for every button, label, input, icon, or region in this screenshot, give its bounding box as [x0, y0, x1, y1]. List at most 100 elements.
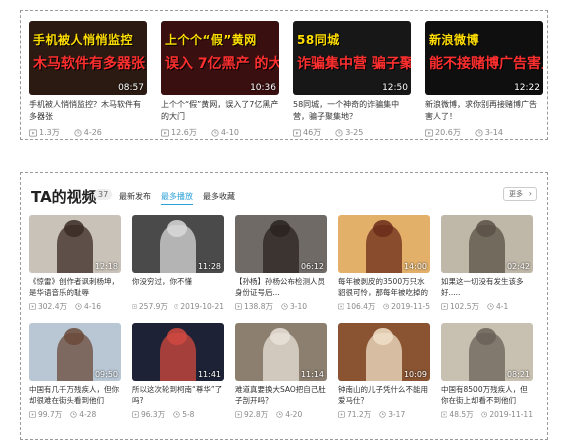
video-title[interactable]: 钟南山的儿子凭什么不能用爱马仕？	[338, 384, 430, 406]
video-thumbnail[interactable]: 12:18	[29, 215, 121, 273]
publish-date: 5-8	[182, 410, 195, 419]
video-thumbnail[interactable]: 14:00	[338, 215, 430, 273]
video-thumbnail[interactable]: 10:09	[338, 323, 430, 381]
clock-icon	[75, 303, 82, 310]
video-card[interactable]: 06:12 【孙杨】孙杨公布检测人员身份证号后... 138.8万 3-10	[235, 215, 327, 312]
video-meta: 46万 3-25	[293, 127, 411, 138]
more-label: 更多	[509, 190, 523, 198]
clock-icon	[281, 303, 288, 310]
video-meta: 302.4万 4-16	[29, 301, 121, 312]
top-video-card[interactable]: 手机被人悄悄监控 木马软件有多器张 08:57 手机被人悄悄监控？木马软件有多器…	[29, 21, 147, 138]
play-count: 99.7万	[38, 410, 63, 419]
play-count-icon	[235, 303, 242, 310]
video-meta: 257.9万 2019-10-21	[132, 301, 224, 312]
video-thumbnail[interactable]: 11:28	[132, 215, 224, 273]
video-card[interactable]: 11:28 你没穷过，你不懂 257.9万 2019-10-21	[132, 215, 224, 312]
play-count: 12.6万	[171, 128, 197, 137]
clock-icon	[74, 128, 82, 137]
section-header: TA的视频 37 最新发布 最多播放 最多收藏 更多 ›	[31, 185, 539, 207]
video-duration: 11:14	[300, 370, 324, 379]
video-card[interactable]: 11:41 所以这次轮到柯南“尊华”了吗? 96.3万 5-8	[132, 323, 224, 420]
tab-most-favorited[interactable]: 最多收藏	[203, 191, 235, 205]
play-count-icon	[338, 303, 345, 310]
play-count-icon	[29, 411, 36, 418]
thumbnail-caption: 新浪微博	[429, 33, 480, 47]
video-card[interactable]: 02:42 如果这一切没有发生该多好..... 102.5万 4-1	[441, 215, 533, 312]
top-video-panel: 手机被人悄悄监控 木马软件有多器张 08:57 手机被人悄悄监控？木马软件有多器…	[20, 10, 548, 140]
publish-date: 2019-11-11	[489, 410, 533, 419]
play-count-icon	[132, 411, 139, 418]
video-title[interactable]: 你没穷过，你不懂	[132, 276, 224, 298]
top-video-card[interactable]: 上个个“假”黄网 误入 7亿黑产 的大门 10:36 上个个“假”黄网，误入了7…	[161, 21, 279, 138]
video-card[interactable]: 12:18 《惊雷》创作者讽刺杨坤，是华语音乐的耻辱 302.4万 4-16	[29, 215, 121, 312]
play-count-icon	[338, 411, 345, 418]
play-count: 302.4万	[38, 302, 67, 311]
play-count-icon	[441, 303, 448, 310]
video-title[interactable]: 【孙杨】孙杨公布检测人员身份证号后...	[235, 276, 327, 298]
top-video-card[interactable]: 58同城 诈骗集中营 骗子聚集地 12:50 58同城，一个神奇的诈骗集中营，骗…	[293, 21, 411, 138]
publish-date: 4-20	[285, 410, 303, 419]
play-count-icon	[293, 128, 301, 137]
video-meta: 99.7万 4-28	[29, 409, 121, 420]
video-count-badge: 37	[94, 189, 113, 200]
tab-most-played[interactable]: 最多播放	[161, 191, 193, 205]
publish-date: 3-10	[289, 302, 308, 311]
video-thumbnail[interactable]: 02:42	[441, 215, 533, 273]
ta-videos-panel: TA的视频 37 最新发布 最多播放 最多收藏 更多 › 12:18 《惊雷》创…	[20, 172, 548, 440]
video-meta: 92.8万 4-20	[235, 409, 327, 420]
video-title[interactable]: 《惊雷》创作者讽刺杨坤，是华语音乐的耻辱	[29, 276, 121, 298]
more-button[interactable]: 更多 ›	[503, 187, 537, 201]
publish-date: 4-28	[79, 410, 97, 419]
tab-latest[interactable]: 最新发布	[119, 191, 151, 205]
video-title[interactable]: 手机被人悄悄监控？木马软件有多器张	[29, 99, 147, 123]
video-meta: 96.3万 5-8	[132, 409, 224, 420]
play-count: 48.5万	[449, 410, 474, 419]
play-count: 1.3万	[39, 128, 60, 137]
video-title[interactable]: 如果这一切没有发生该多好.....	[441, 276, 533, 298]
play-count: 257.9万	[138, 302, 168, 311]
play-count-icon	[425, 128, 433, 137]
video-title[interactable]: 上个个“假”黄网，误入了7亿黑产的大门	[161, 99, 279, 123]
play-count: 20.6万	[435, 128, 461, 137]
video-title[interactable]: 中国有8500万残疾人，但你在街上却看不到他们	[441, 384, 533, 406]
video-title[interactable]: 新浪微博，求你别再接赌博广告害人了！	[425, 99, 543, 123]
video-thumbnail[interactable]: 11:41	[132, 323, 224, 381]
thumbnail-caption: 上个个“假”黄网	[165, 33, 257, 47]
video-thumbnail[interactable]: 11:14	[235, 323, 327, 381]
video-card[interactable]: 14:00 每年被剥皮的3500万只水貂很可怜，那每年被吃掉的600 106.4…	[338, 215, 430, 312]
thumbnail-caption: 诈骗集中营 骗子聚集地	[297, 56, 411, 72]
chevron-right-icon: ›	[528, 189, 532, 198]
video-thumbnail[interactable]: 58同城 诈骗集中营 骗子聚集地 12:50	[293, 21, 411, 95]
video-card[interactable]: 08:21 中国有8500万残疾人，但你在街上却看不到他们 48.5万 2019…	[441, 323, 533, 420]
video-duration: 10:36	[250, 83, 276, 93]
video-card[interactable]: 11:14 难道真要换大SAO把自己肚子剖开吗？ 92.8万 4-20	[235, 323, 327, 420]
video-title[interactable]: 中国有几千万残疾人，但你却很难在街头看到他们	[29, 384, 121, 406]
video-card[interactable]: 09:50 中国有几千万残疾人，但你却很难在街头看到他们 99.7万 4-28	[29, 323, 121, 420]
clock-icon	[173, 411, 180, 418]
video-duration: 11:28	[197, 262, 221, 271]
video-title[interactable]: 所以这次轮到柯南“尊华”了吗?	[132, 384, 224, 406]
video-title[interactable]: 难道真要换大SAO把自己肚子剖开吗？	[235, 384, 327, 406]
video-duration: 08:21	[506, 370, 530, 379]
video-card[interactable]: 10:09 钟南山的儿子凭什么不能用爱马仕？ 71.2万 3-17	[338, 323, 430, 420]
play-count: 106.4万	[346, 302, 376, 311]
video-thumbnail[interactable]: 09:50	[29, 323, 121, 381]
publish-date: 4-26	[83, 128, 102, 137]
video-title[interactable]: 58同城，一个神奇的诈骗集中营，骗子聚集地？	[293, 99, 411, 123]
video-thumbnail[interactable]: 08:21	[441, 323, 533, 381]
video-meta: 20.6万 3-14	[425, 127, 543, 138]
publish-date: 3-14	[484, 128, 503, 137]
clock-icon	[211, 128, 219, 137]
video-thumbnail[interactable]: 06:12	[235, 215, 327, 273]
video-thumbnail[interactable]: 新浪微博 能不接赌博广告害人吗 12:22	[425, 21, 543, 95]
video-meta: 1.3万 4-26	[29, 127, 147, 138]
clock-icon	[481, 411, 488, 418]
video-title[interactable]: 每年被剥皮的3500万只水貂很可怜，那每年被吃掉的600	[338, 276, 430, 298]
video-thumbnail[interactable]: 手机被人悄悄监控 木马软件有多器张 08:57	[29, 21, 147, 95]
play-count-icon	[29, 303, 36, 310]
video-thumbnail[interactable]: 上个个“假”黄网 误入 7亿黑产 的大门 10:36	[161, 21, 279, 95]
sort-tabs: 最新发布 最多播放 最多收藏	[119, 191, 235, 205]
top-video-card[interactable]: 新浪微博 能不接赌博广告害人吗 12:22 新浪微博，求你别再接赌博广告害人了！…	[425, 21, 543, 138]
thumbnail-caption: 58同城	[297, 33, 340, 47]
clock-icon	[475, 128, 483, 137]
